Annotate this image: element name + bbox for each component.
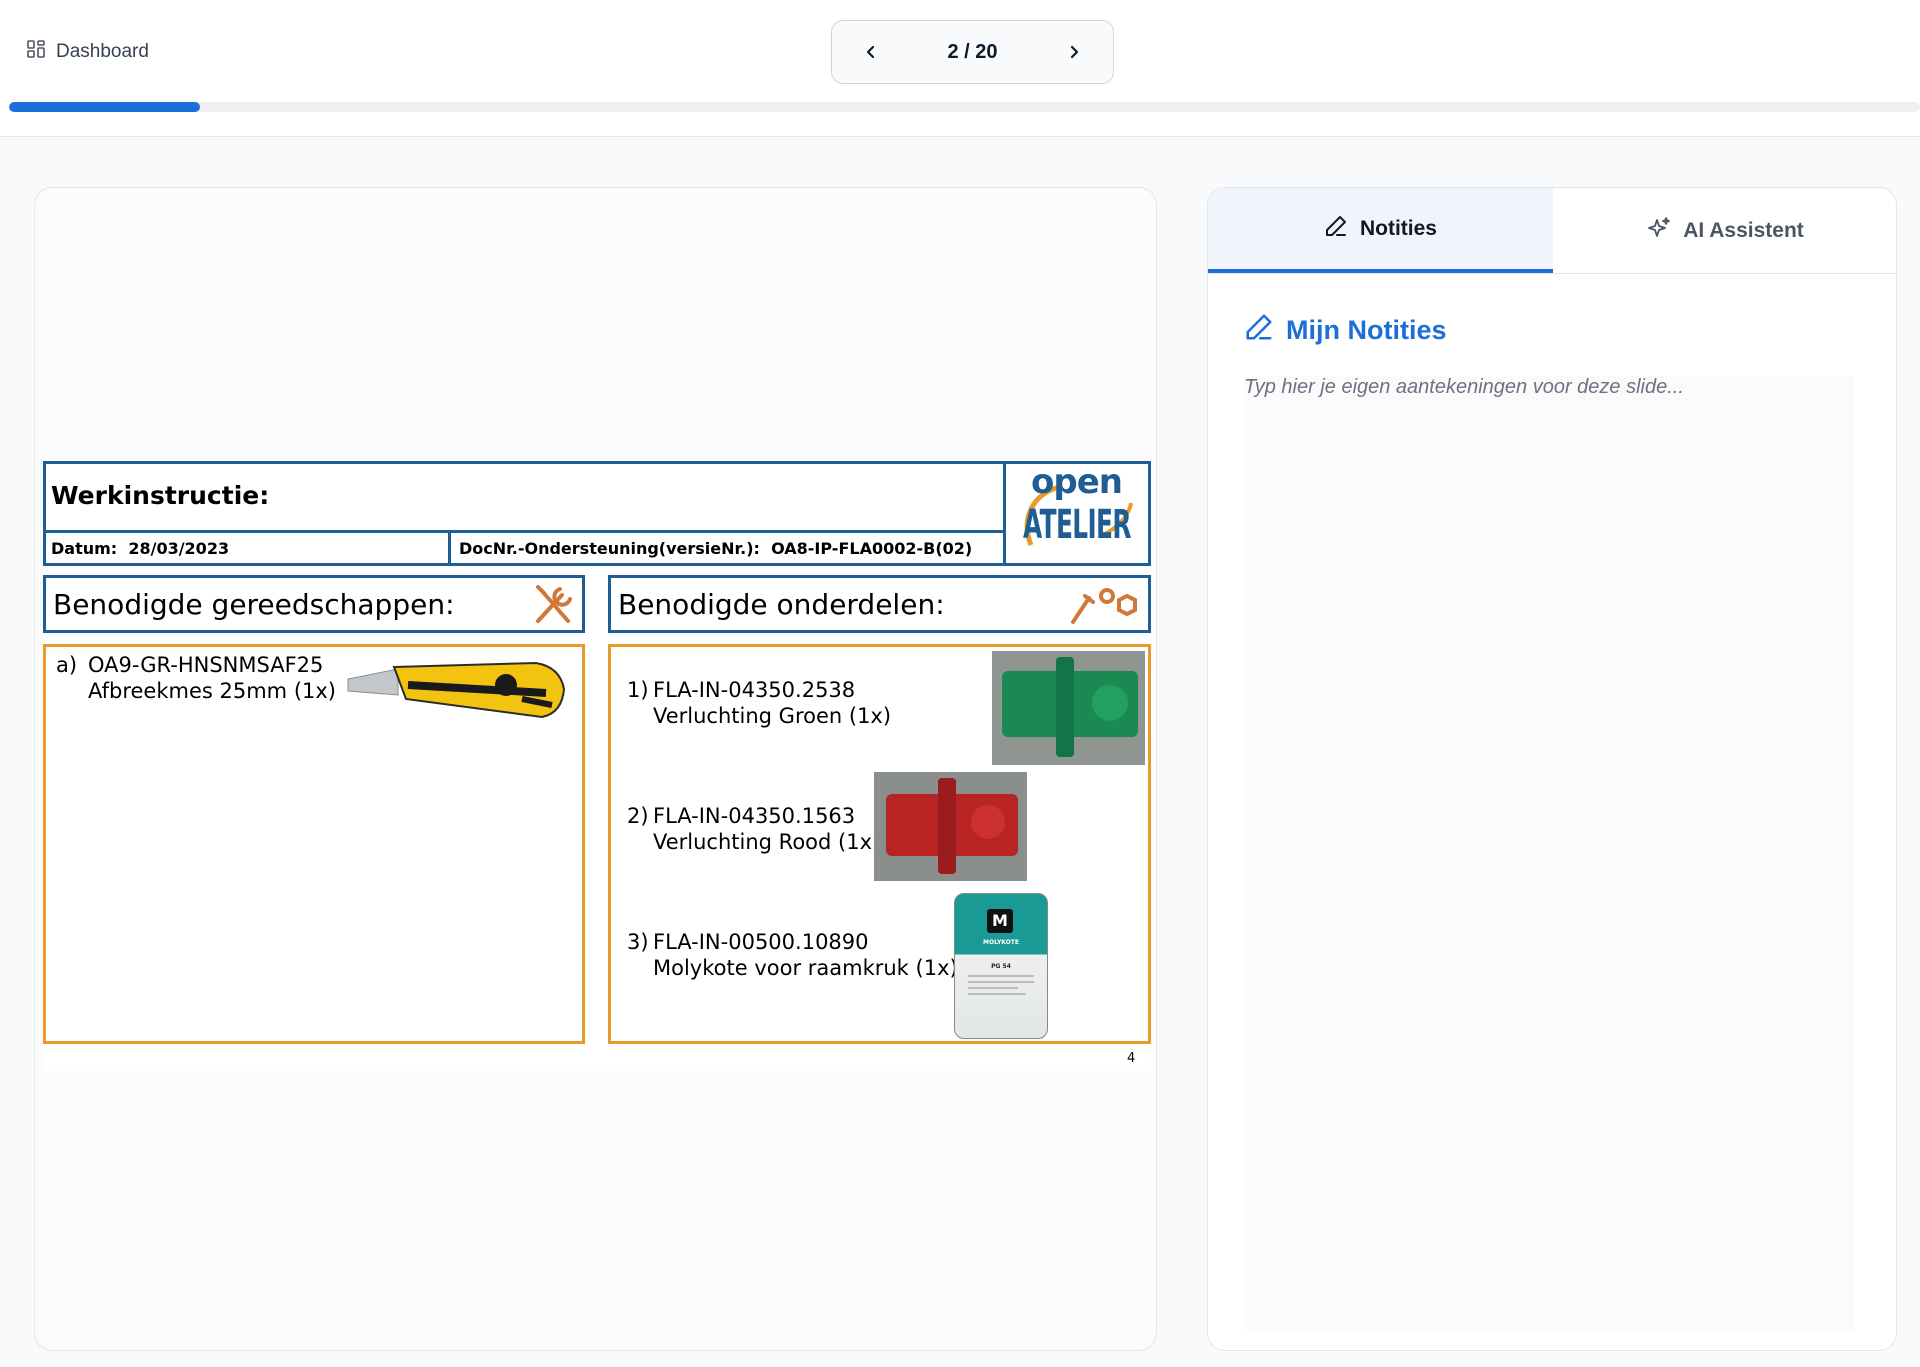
utility-knife-image bbox=[346, 659, 566, 729]
chevron-left-icon bbox=[866, 45, 875, 59]
prev-slide-button[interactable] bbox=[856, 37, 886, 67]
doc-number-value: OA8-IP-FLA0002-B(02) bbox=[771, 539, 973, 558]
part-name: Verluchting Rood (1x) bbox=[653, 830, 881, 854]
tool-marker: a) bbox=[56, 653, 78, 677]
slide-content: Werkinstructie: Datum: 28/03/2023 DocNr.… bbox=[43, 461, 1151, 1071]
side-panel: Notities AI Assistent Mijn Notities bbox=[1207, 187, 1897, 1351]
chevron-right-icon bbox=[1070, 45, 1079, 59]
doc-number-field: DocNr.-Ondersteuning(versieNr.): OA8-IP-… bbox=[459, 539, 973, 558]
parts-header-box: Benodigde onderdelen: bbox=[608, 575, 1151, 633]
parts-list-box: 1) FLA-IN-04350.2538 Verluchting Groen (… bbox=[608, 644, 1151, 1044]
date-value: 28/03/2023 bbox=[128, 539, 230, 558]
dashboard-grid-icon bbox=[26, 39, 46, 65]
dashboard-label: Dashboard bbox=[56, 41, 149, 62]
tool-code: OA9-GR-HNSNMSAF25 bbox=[88, 653, 324, 677]
top-bar: Dashboard 2 / 20 bbox=[0, 0, 1920, 137]
open-atelier-logo: open ATELIER bbox=[1011, 465, 1147, 563]
part-name: Verluchting Groen (1x) bbox=[653, 704, 892, 728]
can-logo: M bbox=[987, 909, 1013, 933]
can-brand: MOLYKOTE bbox=[983, 939, 1019, 946]
part-code: FLA-IN-00500.10890 bbox=[653, 930, 869, 954]
logo-text-open: open bbox=[1031, 462, 1123, 502]
slide-title: Werkinstructie: bbox=[51, 481, 270, 510]
wrench-screwdriver-icon bbox=[532, 583, 578, 631]
parts-header: Benodigde onderdelen: bbox=[618, 588, 945, 621]
next-slide-button[interactable] bbox=[1059, 37, 1089, 67]
tab-notes-label: Notities bbox=[1359, 216, 1437, 240]
tool-name: Afbreekmes 25mm (1x) bbox=[88, 679, 336, 703]
sparkles-icon bbox=[1647, 216, 1671, 246]
page-indicator: 2 / 20 bbox=[947, 40, 998, 63]
part-code: FLA-IN-04350.1563 bbox=[653, 804, 856, 828]
notes-textarea[interactable] bbox=[1244, 376, 1854, 1331]
dashboard-link[interactable]: Dashboard bbox=[26, 39, 149, 65]
slide-progress-bar bbox=[9, 102, 1920, 112]
tools-header-box: Benodigde gereedschappen: bbox=[43, 575, 585, 633]
slide-page-number: 4 bbox=[1127, 1051, 1136, 1066]
progress-fill bbox=[9, 102, 201, 112]
logo-text-atelier: ATELIER bbox=[1023, 502, 1131, 548]
tools-list-box: a) OA9-GR-HNSNMSAF25 Afbreekmes 25mm (1x… bbox=[43, 644, 585, 1044]
green-vent-image bbox=[992, 651, 1145, 765]
can-product: PG 54 bbox=[991, 963, 1011, 970]
slide-pager: 2 / 20 bbox=[831, 20, 1114, 84]
nail-nut-icon bbox=[1061, 584, 1141, 632]
tab-ai-label: AI Assistent bbox=[1683, 218, 1804, 242]
tab-ai-assistant[interactable]: AI Assistent bbox=[1553, 188, 1896, 273]
molykote-can-image: M MOLYKOTE PG 54 bbox=[954, 893, 1048, 1041]
pencil-icon bbox=[1324, 214, 1348, 244]
panel-tabs: Notities AI Assistent bbox=[1208, 188, 1896, 274]
tools-header: Benodigde gereedschappen: bbox=[53, 588, 455, 621]
notes-heading: Mijn Notities bbox=[1244, 312, 1447, 349]
pencil-icon bbox=[1244, 312, 1274, 349]
part-name: Molykote voor raamkruk (1x) bbox=[653, 956, 958, 980]
part-code: FLA-IN-04350.2538 bbox=[653, 678, 856, 702]
date-field: Datum: 28/03/2023 bbox=[51, 539, 230, 558]
tab-notes[interactable]: Notities bbox=[1208, 188, 1553, 273]
red-vent-image bbox=[874, 772, 1027, 881]
slide-viewer: Werkinstructie: Datum: 28/03/2023 DocNr.… bbox=[34, 187, 1157, 1351]
notes-title: Mijn Notities bbox=[1286, 315, 1447, 345]
